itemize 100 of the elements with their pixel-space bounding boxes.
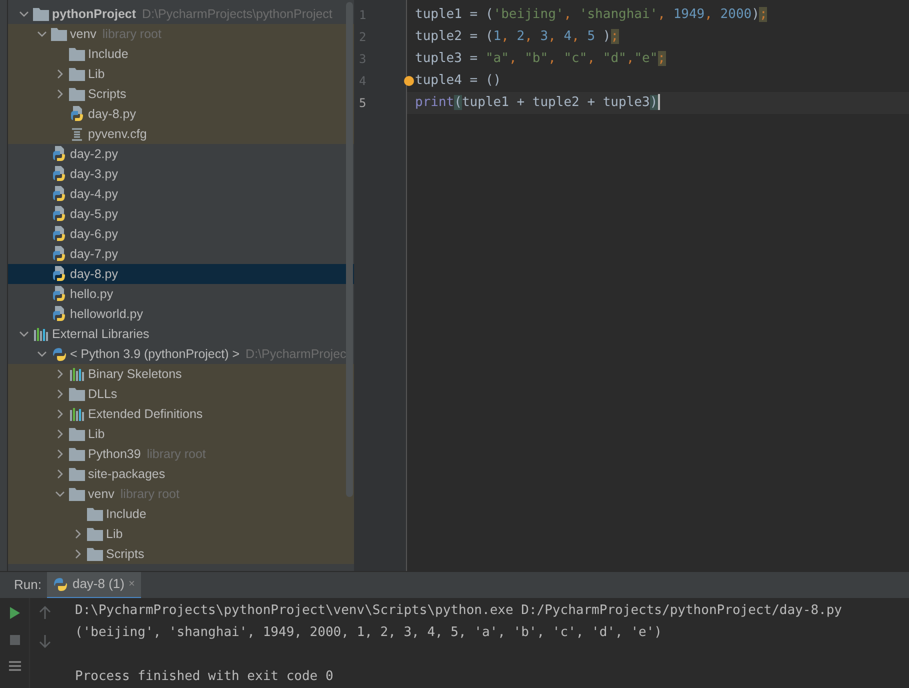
- expanded-caret-icon[interactable]: [37, 351, 47, 357]
- tree-item-label: day-8.py: [70, 266, 118, 283]
- tree-row[interactable]: Extended Definitions: [8, 404, 354, 424]
- run-icon[interactable]: [8, 606, 20, 620]
- code-line: tuple2 = (1, 2, 3, 4, 5 );: [414, 28, 620, 46]
- tree-item-label: Python39: [88, 446, 141, 463]
- python-file-icon: [52, 306, 66, 322]
- folder-icon: [33, 8, 49, 20]
- tree-item-label: DLLs: [88, 386, 118, 403]
- run-label: Run:: [14, 576, 42, 594]
- tree-item-label: pythonProject: [52, 6, 136, 23]
- tree-item-label: Lib: [88, 66, 105, 83]
- library-icon: [70, 368, 84, 380]
- tree-row[interactable]: hello.py: [8, 284, 354, 304]
- python-file-icon: [52, 246, 66, 262]
- tree-row[interactable]: DLLs: [8, 384, 354, 404]
- tree-row[interactable]: Include: [8, 504, 354, 524]
- tree-row[interactable]: day-3.py: [8, 164, 354, 184]
- console-output-line: Process finished with exit code 0: [75, 668, 334, 686]
- tree-row[interactable]: Scripts: [8, 544, 354, 564]
- tree-row[interactable]: Scripts: [8, 84, 354, 104]
- tree-item-label: day-7.py: [70, 246, 118, 263]
- python-file-icon: [52, 226, 66, 242]
- collapsed-caret-icon[interactable]: [57, 449, 63, 459]
- collapsed-caret-icon[interactable]: [57, 389, 63, 399]
- tree-item-label: venv: [88, 486, 114, 503]
- folder-icon: [69, 388, 85, 400]
- library-icon: [34, 328, 48, 340]
- tree-item-label: Include: [88, 46, 128, 63]
- collapsed-caret-icon[interactable]: [57, 469, 63, 479]
- expanded-caret-icon[interactable]: [19, 11, 29, 17]
- expanded-caret-icon[interactable]: [19, 331, 29, 337]
- library-icon: [70, 408, 84, 420]
- collapsed-caret-icon[interactable]: [57, 369, 63, 379]
- python-file-icon: [52, 146, 66, 162]
- tree-item-label: Scripts: [106, 546, 144, 563]
- folder-icon: [69, 488, 85, 500]
- stop-icon[interactable]: [8, 634, 20, 646]
- tree-row[interactable]: day-6.py: [8, 224, 354, 244]
- tree-row[interactable]: site-packages: [8, 464, 354, 484]
- tree-item-label: Scripts: [88, 86, 126, 103]
- folder-icon: [69, 48, 85, 60]
- expanded-caret-icon[interactable]: [55, 491, 65, 497]
- folder-icon: [87, 548, 103, 560]
- tree-item-label: helloworld.py: [70, 306, 143, 323]
- config-file-icon: [71, 128, 83, 140]
- tree-row[interactable]: Lib: [8, 64, 354, 84]
- folder-icon: [69, 468, 85, 480]
- collapsed-caret-icon[interactable]: [57, 409, 63, 419]
- tree-item-label: External Libraries: [52, 326, 150, 343]
- tree-row[interactable]: helloworld.py: [8, 304, 354, 324]
- up-arrow-icon[interactable]: [39, 606, 51, 620]
- run-tab[interactable]: day-8 (1) ×: [47, 572, 141, 598]
- down-arrow-icon[interactable]: [39, 634, 51, 648]
- tree-item-label: < Python 3.9 (pythonProject) >: [70, 346, 240, 363]
- tree-item-label: day-6.py: [70, 226, 118, 243]
- tree-row[interactable]: day-7.py: [8, 244, 354, 264]
- collapsed-caret-icon[interactable]: [75, 549, 81, 559]
- python-file-icon: [52, 166, 66, 182]
- scrollbar-thumb[interactable]: [346, 2, 353, 497]
- expanded-caret-icon[interactable]: [37, 31, 47, 37]
- python-file-icon: [52, 206, 66, 222]
- tree-row[interactable]: Lib: [8, 524, 354, 544]
- tree-item-label: day-5.py: [70, 206, 118, 223]
- tree-item-label: Lib: [88, 426, 105, 443]
- python-logo-icon: [53, 576, 68, 592]
- folder-icon: [69, 88, 85, 100]
- tree-item-label: Include: [106, 506, 146, 523]
- tree-row[interactable]: day-2.py: [8, 144, 354, 164]
- python-file-icon: [52, 266, 66, 282]
- tree-item-label: pyvenv.cfg: [88, 126, 147, 143]
- collapsed-caret-icon[interactable]: [57, 89, 63, 99]
- tree-row[interactable]: day-8.py: [8, 264, 354, 284]
- console-output-line: D:\PycharmProjects\pythonProject\venv\Scripts\python.exe D:/PycharmProjects/pythonProject/day-8.py: [75, 602, 842, 620]
- tree-row[interactable]: day-5.py: [8, 204, 354, 224]
- tree-row[interactable]: pyvenv.cfg: [8, 124, 354, 144]
- collapsed-caret-icon[interactable]: [57, 69, 63, 79]
- tree-item-label: site-packages: [88, 466, 166, 483]
- tree-item-label: venv: [70, 26, 96, 43]
- code-line: tuple4 = (): [407, 70, 909, 92]
- lines-icon[interactable]: [8, 660, 22, 672]
- folder-icon: [87, 508, 103, 520]
- folder-icon: [51, 28, 67, 40]
- folder-icon: [69, 428, 85, 440]
- python-logo-icon: [52, 346, 66, 362]
- folder-icon: [69, 68, 85, 80]
- tree-row[interactable]: day-4.py: [8, 184, 354, 204]
- tree-row[interactable]: Lib: [8, 424, 354, 444]
- collapsed-caret-icon[interactable]: [75, 529, 81, 539]
- python-file-icon: [52, 186, 66, 202]
- tree-item-label: day-8.py: [88, 106, 136, 123]
- text-cursor: [658, 94, 660, 110]
- collapsed-caret-icon[interactable]: [57, 429, 63, 439]
- lightbulb-icon[interactable]: [404, 76, 414, 86]
- tree-row[interactable]: day-8.py: [8, 104, 354, 124]
- tree-item-label: day-4.py: [70, 186, 118, 203]
- tree-row[interactable]: Binary Skeletons: [8, 364, 354, 384]
- tree-row[interactable]: External Libraries: [8, 324, 354, 344]
- folder-icon: [69, 448, 85, 460]
- tree-row[interactable]: Include: [8, 44, 354, 64]
